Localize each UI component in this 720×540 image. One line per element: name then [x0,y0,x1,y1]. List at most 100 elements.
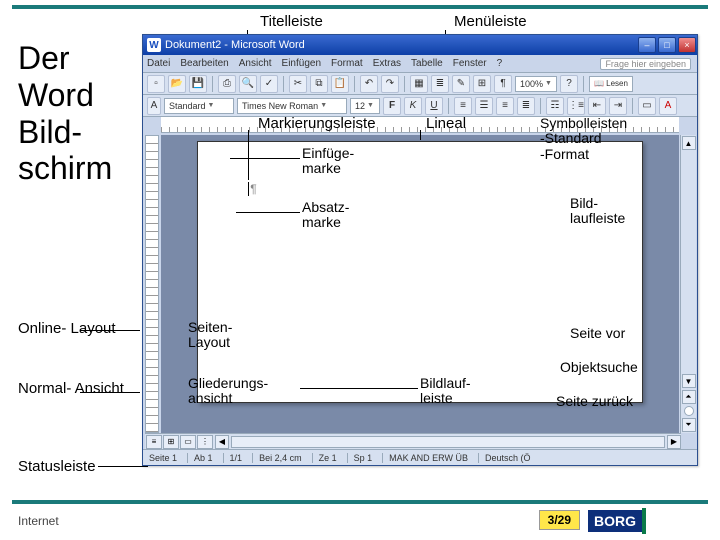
justify-icon[interactable]: ≣ [517,97,535,115]
style-value: Standard [169,101,206,111]
columns-icon[interactable]: ≣ [431,75,449,93]
status-at: Bei 2,4 cm [252,453,302,463]
help-search-box[interactable]: Frage hier eingeben [600,58,691,70]
menu-item[interactable]: Fenster [453,58,487,69]
style-pane-icon[interactable]: A [147,97,161,115]
vertical-scrollbar[interactable]: ▲ ▼ ⏶ ⏷ [680,135,696,433]
leader-lineal [420,130,421,140]
separator [632,98,633,114]
label-seiten-layout: Seiten- Layout [188,320,232,351]
label-absatzmarke: Absatz- marke [302,200,349,231]
vertical-ruler[interactable] [145,135,159,433]
show-marks-icon[interactable]: ¶ [494,75,512,93]
font-value: Times New Roman [242,101,318,111]
table-icon[interactable]: ▦ [410,75,428,93]
menu-item[interactable]: Bearbeiten [180,58,228,69]
new-icon[interactable]: ▫ [147,75,165,93]
scroll-up-icon[interactable]: ▲ [682,136,696,150]
browse-object-icon[interactable] [684,406,694,416]
save-icon[interactable]: 💾 [189,75,207,93]
label-statusleiste: Statusleiste [18,458,96,475]
label-markierungsleiste: Markierungsleiste [258,116,376,133]
size-value: 12 [355,101,365,111]
view-online-layout-button[interactable]: ⊞ [163,435,179,449]
maximize-button[interactable]: □ [658,37,676,53]
leader-einfugemarke [230,158,300,159]
leader-markierungsleiste [248,130,249,180]
bold-button[interactable]: F [383,97,401,115]
open-icon[interactable]: 📂 [168,75,186,93]
label-objektsuche: Objektsuche [560,360,638,375]
preview-icon[interactable]: 🔍 [239,75,257,93]
chevron-down-icon: ▼ [367,102,374,109]
leader-online-layout [80,330,140,331]
view-page-layout-button[interactable]: ▭ [180,435,196,449]
status-lang: Deutsch (Ö [478,453,531,463]
font-select[interactable]: Times New Roman ▼ [237,98,347,114]
menu-item[interactable]: ? [497,58,503,69]
leader-bildlaufleiste [300,388,418,389]
size-select[interactable]: 12 ▼ [350,98,380,114]
scroll-left-icon[interactable]: ◀ [215,435,229,449]
menu-item[interactable]: Datei [147,58,170,69]
view-outline-button[interactable]: ⋮ [197,435,213,449]
slide-top-rule [12,5,708,9]
indent-icon[interactable]: ⇥ [609,97,627,115]
school-logo: BORG [588,508,706,534]
slide-bottom-rule [12,500,708,504]
label-titelleiste: Titelleiste [260,14,323,31]
label-seite-zurueck: Seite zurück [556,394,633,409]
map-icon[interactable]: ⊞ [473,75,491,93]
toolbar-standard: ▫ 📂 💾 ⎙ 🔍 ✓ ✂ ⧉ 📋 ↶ ↷ ▦ ≣ ✎ ⊞ ¶ 100% ▼ ?… [143,73,697,95]
status-modes: MAK AND ERW ÜB [382,453,468,463]
read-button[interactable]: 📖 Lesen [589,76,633,92]
label-bildlaufleiste-right: Bild- laufleiste [570,196,625,227]
slide-title: Der Word Bild- schirm [18,40,112,187]
status-col: Sp 1 [347,453,373,463]
horizontal-scrollbar: ≡ ⊞ ▭ ⋮ ◀ ▶ [145,433,681,449]
drawing-icon[interactable]: ✎ [452,75,470,93]
font-color-icon[interactable]: A [659,97,677,115]
statusbar: Seite 1 Ab 1 1/1 Bei 2,4 cm Ze 1 Sp 1 MA… [143,449,697,465]
cut-icon[interactable]: ✂ [289,75,307,93]
label-symbolleisten: Symbolleisten -Standard -Format [540,116,627,162]
label-bildlaufleiste-bottom: Bildlauf- leiste [420,376,471,407]
style-select[interactable]: Standard ▼ [164,98,234,114]
close-button[interactable]: × [678,37,696,53]
align-right-icon[interactable]: ≡ [496,97,514,115]
view-normal-button[interactable]: ≡ [146,435,162,449]
help-icon[interactable]: ? [560,75,578,93]
redo-icon[interactable]: ↷ [381,75,399,93]
hscroll-track[interactable] [231,436,665,448]
zoom-select[interactable]: 100% ▼ [515,76,557,92]
spellcheck-icon[interactable]: ✓ [260,75,278,93]
underline-button[interactable]: U [425,97,443,115]
footer-link: Internet [18,514,59,528]
leader-absatzmarke [236,212,300,213]
paragraph-mark-icon: ¶ [250,182,256,196]
menu-item[interactable]: Format [331,58,363,69]
scroll-right-icon[interactable]: ▶ [667,435,681,449]
label-menuleiste: Menüleiste [454,14,527,31]
outdent-icon[interactable]: ⇤ [588,97,606,115]
align-center-icon[interactable]: ☰ [475,97,493,115]
minimize-button[interactable]: – [638,37,656,53]
paste-icon[interactable]: 📋 [331,75,349,93]
menu-item[interactable]: Extras [373,58,401,69]
bullets-icon[interactable]: ⋮≡ [567,97,585,115]
align-left-icon[interactable]: ≡ [454,97,472,115]
page-down-icon[interactable]: ⏷ [682,418,696,432]
print-icon[interactable]: ⎙ [218,75,236,93]
page-up-icon[interactable]: ⏶ [682,390,696,404]
copy-icon[interactable]: ⧉ [310,75,328,93]
numbering-icon[interactable]: ☶ [546,97,564,115]
menu-item[interactable]: Ansicht [239,58,272,69]
italic-button[interactable]: K [404,97,422,115]
menu-item[interactable]: Einfügen [282,58,321,69]
word-app-icon: W [147,38,161,52]
undo-icon[interactable]: ↶ [360,75,378,93]
scroll-down-icon[interactable]: ▼ [682,374,696,388]
menu-item[interactable]: Tabelle [411,58,443,69]
label-normal-ansicht: Normal- Ansicht [18,380,124,397]
border-icon[interactable]: ▭ [638,97,656,115]
